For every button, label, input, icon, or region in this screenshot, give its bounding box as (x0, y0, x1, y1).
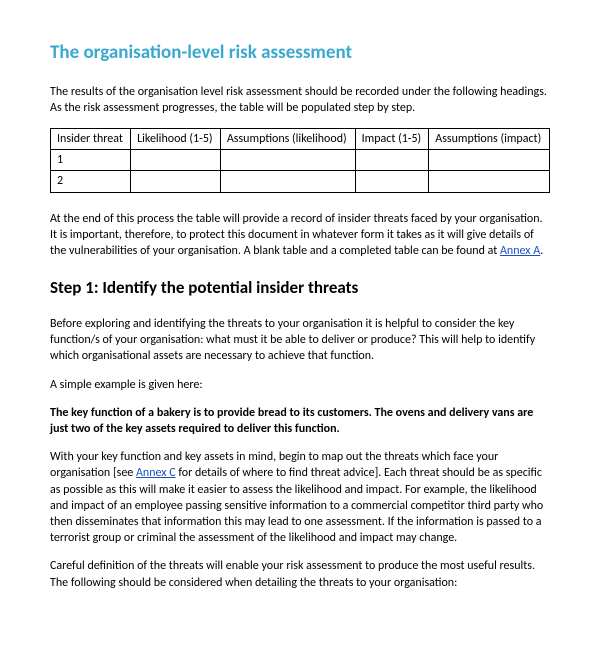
annex-c-link[interactable]: Annex C (136, 466, 176, 480)
step1-heading: Step 1: Identify the potential insider t… (50, 277, 550, 300)
after-table-text-pre: At the end of this process the table wil… (50, 212, 543, 258)
step1-paragraph-2: A simple example is given here: (50, 377, 550, 393)
table-cell (355, 150, 429, 171)
table-cell (429, 171, 550, 192)
table-cell: 2 (51, 171, 131, 192)
table-header: Insider threat (51, 129, 131, 150)
step1-paragraph-1: Before exploring and identifying the thr… (50, 316, 550, 365)
step1-paragraph-3: With your key function and key assets in… (50, 449, 550, 546)
table-header: Assumptions (likelihood) (220, 129, 355, 150)
table-header: Likelihood (1-5) (131, 129, 221, 150)
intro-paragraph: The results of the organisation level ri… (50, 84, 550, 116)
table-cell (220, 150, 355, 171)
page-title: The organisation-level risk assessment (50, 40, 550, 66)
table-row: 2 (51, 171, 550, 192)
table-row: 1 (51, 150, 550, 171)
after-table-paragraph: At the end of this process the table wil… (50, 211, 550, 260)
table-cell: 1 (51, 150, 131, 171)
table-cell (355, 171, 429, 192)
table-header: Assumptions (impact) (429, 129, 550, 150)
step1-example: The key function of a bakery is to provi… (50, 405, 550, 437)
table-cell (220, 171, 355, 192)
risk-table: Insider threat Likelihood (1-5) Assumpti… (50, 128, 550, 193)
table-cell (131, 150, 221, 171)
table-cell (429, 150, 550, 171)
after-table-text-post: . (540, 244, 543, 258)
annex-a-link[interactable]: Annex A (500, 244, 540, 258)
table-cell (131, 171, 221, 192)
table-header: Impact (1-5) (355, 129, 429, 150)
step1-paragraph-4: Careful definition of the threats will e… (50, 558, 550, 590)
